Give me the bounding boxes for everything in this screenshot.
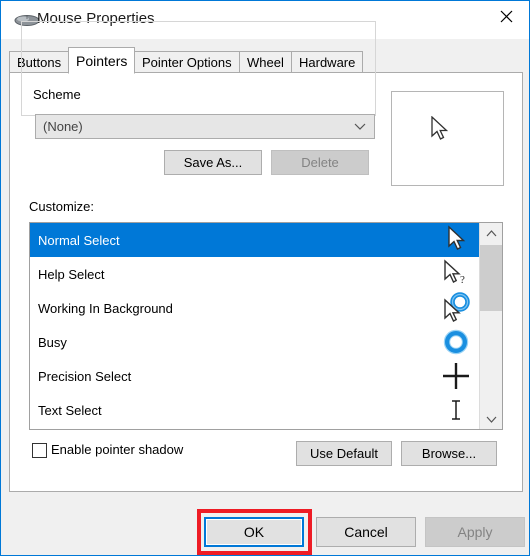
cancel-button[interactable]: Cancel [316, 517, 416, 547]
scrollbar-thumb[interactable] [480, 245, 502, 311]
list-item[interactable]: Busy [30, 325, 479, 359]
scrollbar-down-button[interactable] [480, 409, 502, 429]
list-item-label: Help Select [38, 266, 105, 282]
customize-listbox[interactable]: Normal Select Help Select ? Working In B… [29, 222, 503, 430]
customize-list-items: Normal Select Help Select ? Working In B… [30, 223, 479, 429]
list-item-label: Normal Select [38, 232, 120, 248]
save-as-label: Save As... [183, 155, 243, 170]
use-default-button[interactable]: Use Default [296, 441, 392, 466]
apply-button: Apply [425, 517, 525, 547]
chevron-up-icon [486, 229, 496, 236]
use-default-label: Use Default [310, 446, 378, 461]
close-icon [500, 10, 512, 22]
ok-button[interactable]: OK [204, 517, 304, 547]
tab-pointers[interactable]: Pointers [68, 47, 136, 74]
close-button[interactable] [483, 1, 529, 31]
list-item[interactable]: Help Select ? [30, 257, 479, 291]
apply-label: Apply [457, 524, 493, 540]
enable-pointer-shadow-label[interactable]: Enable pointer shadow [51, 442, 183, 457]
svg-text:?: ? [460, 274, 465, 286]
cancel-label: Cancel [344, 524, 388, 540]
customize-label: Customize: [29, 199, 95, 214]
list-item[interactable]: Text Select [30, 393, 479, 427]
list-scrollbar[interactable] [479, 223, 502, 429]
busy-ring-cursor [443, 329, 469, 355]
mouse-properties-dialog: Mouse Properties Buttons Pointers Pointe… [0, 0, 530, 556]
list-item[interactable]: Working In Background [30, 291, 479, 325]
delete-button: Delete [271, 150, 369, 175]
ibeam-cursor [452, 400, 460, 420]
pointer-preview-box [391, 91, 504, 186]
scheme-group-label: Scheme [29, 87, 85, 102]
chevron-down-icon [486, 416, 496, 423]
ok-label: OK [243, 524, 265, 540]
tab-label: Pointers [76, 52, 128, 69]
browse-label: Browse... [421, 446, 477, 461]
chevron-down-icon [354, 123, 366, 130]
enable-pointer-shadow-checkbox[interactable] [32, 443, 47, 458]
save-as-button[interactable]: Save As... [164, 150, 262, 175]
list-item[interactable]: Precision Select [30, 359, 479, 393]
list-item[interactable]: Normal Select [30, 223, 479, 257]
scheme-combobox-value: (None) [43, 119, 83, 134]
arrow-question-cursor: ? [444, 259, 465, 286]
list-item-label: Text Select [38, 402, 102, 418]
list-item-label: Precision Select [38, 368, 132, 384]
list-item-label: Working In Background [38, 300, 173, 316]
scheme-combobox[interactable]: (None) [35, 114, 375, 139]
arrow-cursor [448, 225, 466, 250]
arrow-cursor [431, 116, 449, 140]
delete-label: Delete [301, 155, 339, 170]
crosshair-cursor [443, 363, 469, 389]
arrow-busy-cursor [444, 292, 470, 322]
browse-button[interactable]: Browse... [401, 441, 497, 466]
list-item-label: Busy [38, 334, 67, 350]
scrollbar-up-button[interactable] [480, 223, 502, 243]
